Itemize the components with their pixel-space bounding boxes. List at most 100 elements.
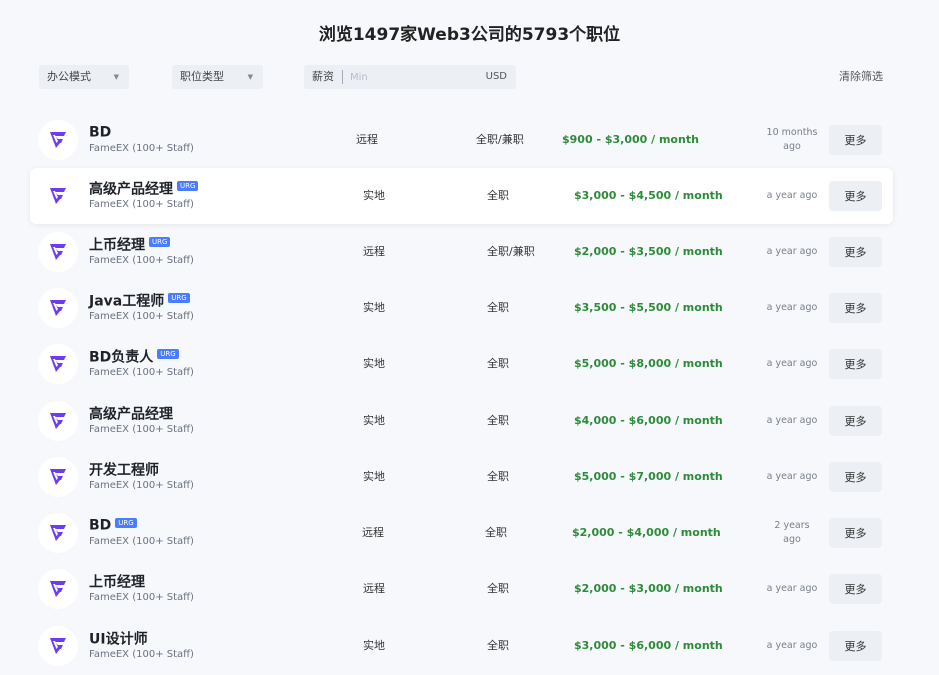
work-mode: 实地: [363, 357, 385, 370]
company-name: FameEX (100+ Staff): [89, 480, 194, 491]
posted-time: a year ago: [766, 190, 818, 201]
more-button[interactable]: 更多: [829, 125, 882, 155]
job-title: Java工程师: [89, 293, 165, 310]
work-mode-dropdown[interactable]: 办公模式 ▼: [39, 65, 129, 89]
job-row[interactable]: 高级产品经理 URG FameEX (100+ Staff) 实地 全职 $3,000 -…: [30, 168, 893, 224]
job-type: 全职: [487, 301, 509, 314]
company-name: FameEX (100+ Staff): [89, 199, 194, 210]
salary-min-input[interactable]: [350, 68, 470, 86]
work-mode: 远程: [356, 133, 378, 146]
job-row[interactable]: Java工程师 URG FameEX (100+ Staff) 实地 全职 $3,500 …: [30, 280, 893, 336]
work-mode: 实地: [363, 470, 385, 483]
work-mode: 实地: [363, 189, 385, 202]
job-title: BD负责人: [89, 349, 154, 366]
urgent-badge: URG: [115, 517, 137, 528]
job-title: BD: [89, 124, 112, 141]
urgent-badge: URG: [157, 348, 179, 359]
salary-range: $3,500 - $5,500 / month: [574, 301, 723, 314]
job-title-line: UI设计师: [89, 628, 148, 648]
posted-time: a year ago: [766, 640, 818, 651]
company-name: FameEX (100+ Staff): [89, 367, 194, 378]
salary-divider: [342, 70, 343, 84]
job-row[interactable]: UI设计师 FameEX (100+ Staff) 实地 全职 $3,000 - $6,…: [30, 618, 893, 674]
salary-range: $3,000 - $4,500 / month: [574, 189, 723, 202]
job-row[interactable]: 高级产品经理 FameEX (100+ Staff) 实地 全职 $4,000 - $6…: [30, 393, 893, 449]
job-type-dropdown[interactable]: 职位类型 ▼: [172, 65, 263, 89]
salary-label: 薪资: [312, 70, 334, 83]
salary-range: $3,000 - $6,000 / month: [574, 639, 723, 652]
posted-time: a year ago: [766, 583, 818, 594]
salary-filter: 薪资 USD: [304, 65, 516, 89]
company-logo: [38, 120, 78, 160]
job-title: BD: [89, 517, 112, 534]
company-name: FameEX (100+ Staff): [89, 592, 194, 603]
more-button[interactable]: 更多: [829, 518, 882, 548]
job-type: 全职: [487, 639, 509, 652]
job-row[interactable]: BD负责人 URG FameEX (100+ Staff) 实地 全职 $5,000 - …: [30, 336, 893, 392]
urgent-badge: URG: [168, 292, 190, 303]
salary-range: $5,000 - $8,000 / month: [574, 357, 723, 370]
more-button[interactable]: 更多: [829, 237, 882, 267]
job-title: 高级产品经理: [89, 181, 173, 198]
job-type: 全职: [485, 526, 507, 539]
chevron-down-icon: ▼: [113, 73, 119, 81]
posted-time: a year ago: [766, 415, 818, 426]
filter-bar: 办公模式 ▼ 职位类型 ▼ 薪资 USD 清除筛选: [0, 65, 939, 89]
more-button[interactable]: 更多: [829, 631, 882, 661]
job-title-line: Java工程师 URG: [89, 290, 190, 310]
company-name: FameEX (100+ Staff): [89, 649, 194, 660]
clear-filters-link[interactable]: 清除筛选: [839, 65, 883, 89]
job-title: 上币经理: [89, 574, 145, 591]
job-title: 高级产品经理: [89, 406, 173, 423]
company-logo: [38, 344, 78, 384]
company-logo: [38, 569, 78, 609]
job-type: 全职: [487, 414, 509, 427]
company-logo: [38, 626, 78, 666]
job-row[interactable]: BD FameEX (100+ Staff) 远程 全职/兼职 $900 - $3,00…: [30, 112, 893, 168]
more-button[interactable]: 更多: [829, 349, 882, 379]
salary-range: $2,000 - $4,000 / month: [572, 526, 721, 539]
company-logo: [38, 176, 78, 216]
work-mode: 远程: [363, 582, 385, 595]
more-button[interactable]: 更多: [829, 462, 882, 492]
job-title-line: BD URG: [89, 515, 137, 535]
salary-range: $2,000 - $3,500 / month: [574, 245, 723, 258]
company-logo: [38, 513, 78, 553]
page-title: 浏览1497家Web3公司的5793个职位: [318, 25, 621, 45]
more-button[interactable]: 更多: [829, 574, 882, 604]
more-button[interactable]: 更多: [829, 406, 882, 436]
company-name: FameEX (100+ Staff): [89, 424, 194, 435]
salary-range: $2,000 - $3,000 / month: [574, 582, 723, 595]
chevron-down-icon: ▼: [247, 73, 253, 81]
work-mode: 远程: [362, 526, 384, 539]
company-name: FameEX (100+ Staff): [89, 311, 194, 322]
more-button[interactable]: 更多: [829, 181, 882, 211]
work-mode: 实地: [363, 301, 385, 314]
job-type: 全职: [487, 357, 509, 370]
job-row[interactable]: 开发工程师 FameEX (100+ Staff) 实地 全职 $5,000 - $7,…: [30, 449, 893, 505]
salary-range: $4,000 - $6,000 / month: [574, 414, 723, 427]
job-row[interactable]: 上币经理 URG FameEX (100+ Staff) 远程 全职/兼职 $2,000 …: [30, 224, 893, 280]
job-type: 全职/兼职: [487, 245, 535, 258]
posted-time: a year ago: [766, 358, 818, 369]
posted-time: a year ago: [766, 302, 818, 313]
currency-label: USD: [485, 71, 507, 82]
job-title-line: 上币经理 URG: [89, 234, 171, 254]
salary-range: $900 - $3,000 / month: [562, 133, 699, 146]
company-logo: [38, 288, 78, 328]
more-button[interactable]: 更多: [829, 293, 882, 323]
company-logo: [38, 457, 78, 497]
job-row[interactable]: BD URG FameEX (100+ Staff) 远程 全职 $2,000 - $4,…: [30, 505, 893, 561]
job-title-line: 上币经理: [89, 571, 145, 591]
job-row[interactable]: 上币经理 FameEX (100+ Staff) 远程 全职 $2,000 - $3,0…: [30, 561, 893, 617]
job-title: 开发工程师: [89, 462, 159, 479]
company-name: FameEX (100+ Staff): [89, 143, 194, 154]
job-title-line: 高级产品经理 URG: [89, 178, 199, 198]
urgent-badge: URG: [149, 236, 171, 247]
job-title-line: BD负责人 URG: [89, 346, 179, 366]
job-title-line: 高级产品经理: [89, 403, 173, 423]
work-mode: 实地: [363, 639, 385, 652]
job-type: 全职: [487, 189, 509, 202]
work-mode: 远程: [363, 245, 385, 258]
posted-time: a year ago: [766, 246, 818, 257]
